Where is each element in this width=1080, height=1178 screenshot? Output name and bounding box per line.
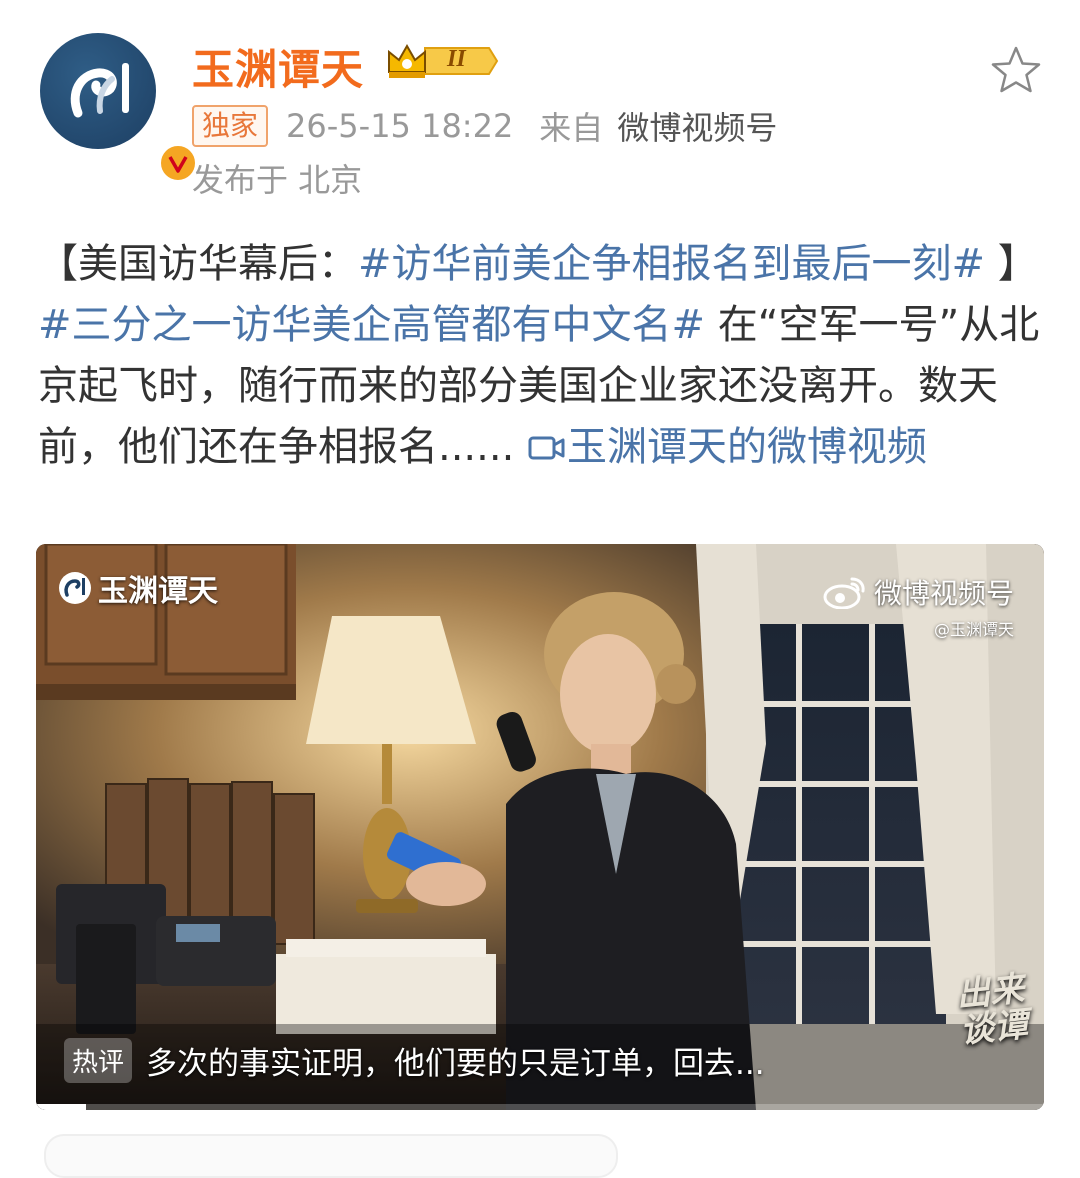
post-meta: 独家 26-5-15 18:22 来自 微博视频号 xyxy=(192,104,777,148)
exclusive-tag: 独家 xyxy=(192,105,269,147)
next-card-edge xyxy=(44,1134,618,1178)
content-text: 【美国访华幕后： xyxy=(38,241,358,287)
topic-link[interactable]: #三分之一访华美企高管都有中文名# xyxy=(38,302,705,348)
channel-logo-icon xyxy=(59,572,91,604)
platform-watermark: 微博视频号 @玉渊谭天 xyxy=(822,572,1014,640)
favorite-star-icon[interactable] xyxy=(990,45,1042,99)
channel-watermark: 玉渊谭天 xyxy=(58,566,218,610)
member-level-text: II xyxy=(447,46,466,72)
post-content: 【美国访华幕后：#访华前美企争相报名到最后一刻# 】 #三分之一访华美企高管都有中… xyxy=(38,234,1048,478)
source-prefix: 来自 xyxy=(539,109,604,147)
source-name[interactable]: 微博视频号 xyxy=(617,103,777,149)
video-progress-fill xyxy=(36,1104,87,1110)
author-avatar[interactable] xyxy=(40,33,198,183)
video-player[interactable]: 玉渊谭天 微博视频号 @玉渊谭天 出来 谈谭 热评 多次的事实证明，他们要的只是… xyxy=(36,544,1044,1110)
hot-comment[interactable]: 热评 多次的事实证明，他们要的只是订单，回去... xyxy=(64,1038,765,1083)
post-timestamp: 26-5-15 18:22 xyxy=(286,107,514,145)
video-progress-bar[interactable] xyxy=(36,1104,1044,1110)
show-logo-line2: 谈谭 xyxy=(957,1004,1030,1052)
video-link-text: 玉渊谭天的微博视频 xyxy=(567,424,928,470)
content-text: 】 xyxy=(985,241,1038,287)
topic-link[interactable]: #访华前美企争相报名到最后一刻# xyxy=(358,241,985,287)
author-name[interactable]: 玉渊谭天 xyxy=(192,36,364,97)
member-level-badge[interactable]: II xyxy=(385,40,500,86)
video-icon xyxy=(528,436,565,460)
hot-comment-text: 多次的事实证明，他们要的只是订单，回去... xyxy=(146,1046,765,1082)
channel-watermark-text: 玉渊谭天 xyxy=(98,574,218,609)
watermark-handle: @玉渊谭天 xyxy=(933,620,1014,639)
weibo-logo-icon xyxy=(823,577,865,609)
video-link[interactable]: 玉渊谭天的微博视频 xyxy=(527,424,927,470)
platform-watermark-text: 微博视频号 xyxy=(873,577,1014,610)
show-logo: 出来 谈谭 xyxy=(954,969,1030,1052)
hot-comment-badge: 热评 xyxy=(64,1038,133,1083)
post-location: 发布于 北京 xyxy=(192,161,363,199)
